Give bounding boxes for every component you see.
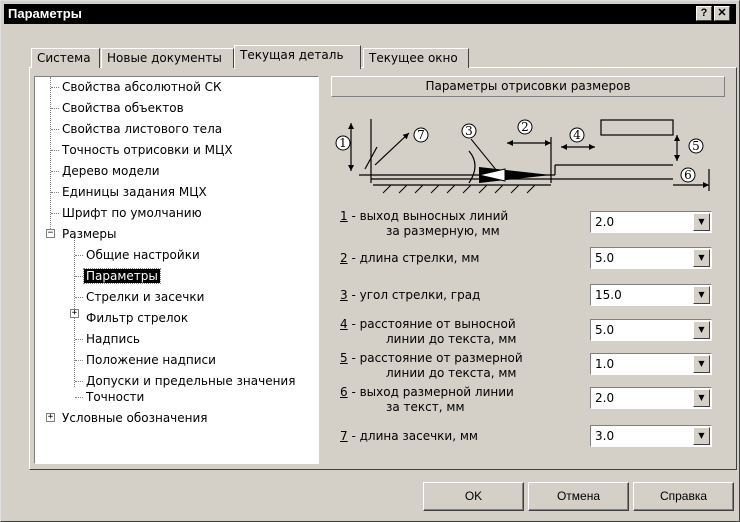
diagram-marker: 4 [573, 128, 581, 142]
ok-button[interactable]: OK [423, 482, 524, 511]
param-label-dimension-text-gap: 5 - расстояние от размерной линии до тек… [340, 351, 523, 380]
dimension-overshoot-select[interactable]: 2.0 ▼ [590, 387, 712, 409]
extension-text-gap-select[interactable]: 5.0 ▼ [590, 319, 712, 341]
tree-item-model-tree[interactable]: Дерево модели [60, 162, 162, 180]
tree-item-arrows[interactable]: Стрелки и засечки [84, 288, 206, 306]
tick-length-select[interactable]: 3.0 ▼ [590, 425, 712, 447]
chevron-down-icon[interactable]: ▼ [693, 213, 710, 231]
chevron-down-icon[interactable]: ▼ [693, 355, 710, 373]
param-label-dimension-overshoot: 6 - выход размерной линии за текст, мм [340, 385, 514, 414]
chevron-down-icon[interactable]: ▼ [693, 249, 710, 267]
tree-item-parameters[interactable]: Параметры [83, 267, 161, 285]
expand-icon[interactable]: + [46, 413, 55, 422]
tab-system[interactable]: Система [31, 48, 100, 68]
tree-item-default-font[interactable]: Шрифт по умолчанию [60, 204, 204, 222]
tree-item-dimensions[interactable]: Размеры [60, 225, 119, 243]
param-label-tick-length: 7 - длина засечки, мм [340, 429, 478, 443]
chevron-down-icon[interactable]: ▼ [693, 427, 710, 445]
tree-item-symbols[interactable]: Условные обозначения [60, 409, 210, 427]
arrow-angle-select[interactable]: 15.0 ▼ [590, 284, 712, 306]
chevron-down-icon[interactable]: ▼ [693, 321, 710, 339]
tree-item-label[interactable]: Надпись [84, 330, 142, 348]
section-title: Параметры отрисовки размеров [331, 76, 725, 97]
window-title: Параметры [8, 6, 82, 21]
diagram-marker: 2 [521, 120, 529, 134]
diagram-marker: 1 [339, 136, 347, 150]
tree-item-units[interactable]: Единицы задания МЦХ [60, 183, 209, 201]
tab-current-part[interactable]: Текущая деталь [234, 45, 361, 69]
param-label-arrow-angle: 3 - угол стрелки, град [340, 288, 481, 302]
expand-icon[interactable]: + [70, 309, 79, 318]
tab-current-window[interactable]: Текущее окно [363, 48, 469, 68]
arrow-length-select[interactable]: 5.0 ▼ [590, 247, 712, 269]
extension-overshoot-select[interactable]: 2.0 ▼ [590, 211, 712, 233]
diagram-marker: 7 [417, 128, 425, 142]
param-label-arrow-length: 2 - длина стрелки, мм [340, 251, 480, 265]
settings-tree[interactable]: Свойства абсолютной СК Свойства объектов… [34, 76, 319, 464]
tree-item-accuracy[interactable]: Точности [84, 388, 146, 406]
dimension-text-gap-select[interactable]: 1.0 ▼ [590, 353, 712, 375]
close-icon[interactable]: ✕ [714, 6, 730, 21]
tree-item-arrow-filter[interactable]: Фильтр стрелок [84, 309, 190, 327]
param-label-extension-overshoot: 1 - выход выносных линий за размерную, м… [340, 209, 509, 238]
tree-item-precision[interactable]: Точность отрисовки и МЦХ [60, 141, 235, 159]
diagram-marker: 3 [465, 124, 473, 138]
tree-item-absolute-cs[interactable]: Свойства абсолютной СК [60, 78, 224, 96]
param-label-extension-text-gap: 4 - расстояние от выносной линии до текс… [340, 317, 517, 346]
title-bar[interactable]: Параметры ? ✕ [4, 4, 736, 24]
diagram-marker: 6 [684, 168, 692, 182]
cancel-button[interactable]: Отмена [528, 482, 629, 511]
tab-new-documents[interactable]: Новые документы [101, 48, 234, 68]
chevron-down-icon[interactable]: ▼ [693, 286, 710, 304]
dimension-diagram: 1 2 3 4 5 6 7 [335, 119, 710, 194]
help-button[interactable]: Справка [633, 482, 734, 511]
collapse-icon[interactable]: − [46, 229, 55, 238]
tree-item-object-properties[interactable]: Свойства объектов [60, 99, 186, 117]
dialog-window: Параметры ? ✕ Система Новые документы Те… [0, 0, 740, 522]
tree-item-sheet-body[interactable]: Свойства листового тела [60, 120, 224, 138]
help-title-button[interactable]: ? [696, 6, 712, 21]
diagram-marker: 5 [692, 139, 700, 153]
tree-item-general-settings[interactable]: Общие настройки [84, 246, 202, 264]
chevron-down-icon[interactable]: ▼ [693, 389, 710, 407]
tree-item-label-position[interactable]: Положение надписи [84, 351, 218, 369]
